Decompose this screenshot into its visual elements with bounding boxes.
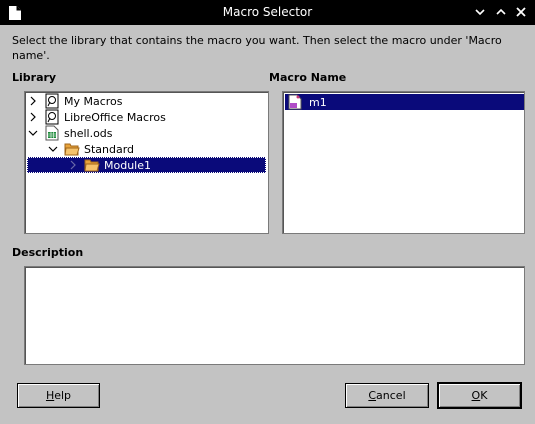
title-bar: Macro Selector bbox=[0, 0, 535, 25]
tree-item-label: My Macros bbox=[64, 94, 123, 108]
help-label-rest: elp bbox=[54, 389, 72, 402]
chevron-right-icon[interactable] bbox=[27, 111, 39, 123]
list-item-m1[interactable]: m1 bbox=[285, 94, 524, 110]
tree-item-my-macros[interactable]: My Macros bbox=[27, 93, 266, 109]
macro-name-label: Macro Name bbox=[269, 71, 347, 84]
ok-label-rest: K bbox=[480, 389, 488, 402]
maximize-icon[interactable] bbox=[494, 5, 508, 19]
tree-item-label: Module1 bbox=[104, 158, 151, 172]
description-label: Description bbox=[12, 246, 84, 259]
tree-item-standard[interactable]: Standard bbox=[47, 141, 266, 157]
cancel-label-rest: ancel bbox=[376, 389, 406, 402]
library-label: Library bbox=[12, 71, 57, 84]
tree-item-module1[interactable]: Module1 bbox=[27, 157, 266, 173]
spreadsheet-document-icon bbox=[45, 125, 59, 141]
ok-mnemonic: O bbox=[471, 389, 481, 402]
help-mnemonic: H bbox=[45, 389, 55, 402]
tree-item-label: shell.ods bbox=[64, 126, 113, 140]
list-item-label: m1 bbox=[309, 95, 327, 109]
tree-item-libreoffice-macros[interactable]: LibreOffice Macros bbox=[27, 109, 266, 125]
chevron-down-icon[interactable] bbox=[27, 127, 39, 139]
basic-library-icon bbox=[45, 93, 59, 109]
chevron-down-icon[interactable] bbox=[47, 143, 59, 155]
close-icon[interactable] bbox=[514, 5, 528, 19]
macro-icon bbox=[288, 94, 302, 110]
instructions-text: Select the library that contains the mac… bbox=[12, 34, 502, 62]
tree-item-label: Standard bbox=[84, 142, 135, 156]
tree-item-shell-ods[interactable]: shell.ods bbox=[27, 125, 266, 141]
open-folder-icon bbox=[64, 143, 80, 156]
window-title: Macro Selector bbox=[222, 5, 313, 19]
ok-button[interactable]: OK bbox=[438, 383, 521, 408]
cancel-button[interactable]: Cancel bbox=[345, 383, 429, 408]
cancel-mnemonic: C bbox=[368, 389, 377, 402]
chevron-right-icon[interactable] bbox=[27, 95, 39, 107]
help-button[interactable]: Help bbox=[17, 383, 100, 408]
open-folder-icon bbox=[84, 159, 100, 172]
tree-item-label: LibreOffice Macros bbox=[64, 110, 166, 124]
minimize-icon[interactable] bbox=[473, 5, 487, 19]
library-tree[interactable]: My Macros LibreOffice Macros shell.ods S… bbox=[24, 91, 269, 234]
macro-name-list[interactable]: m1 bbox=[282, 91, 525, 234]
description-box bbox=[24, 266, 525, 365]
chevron-right-icon[interactable] bbox=[67, 159, 79, 171]
basic-library-icon bbox=[45, 109, 59, 125]
